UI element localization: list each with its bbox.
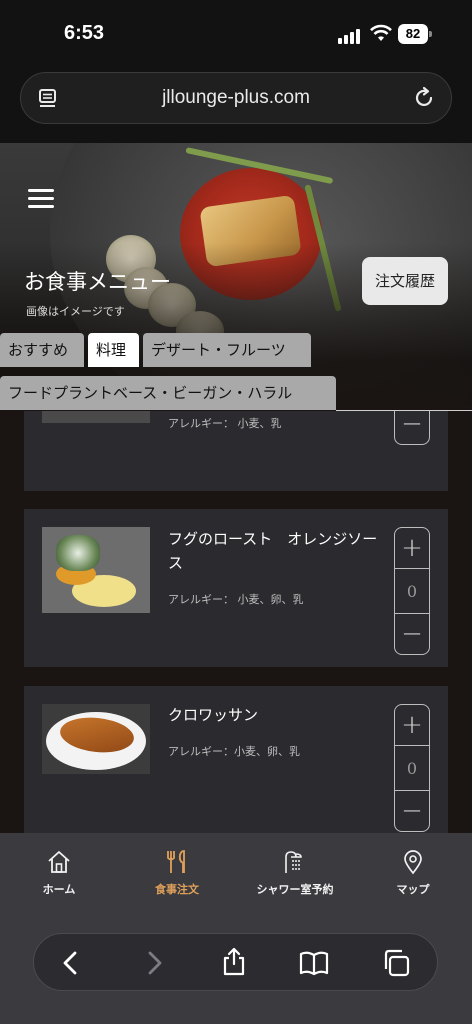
quantity-stepper: + 0 − bbox=[394, 527, 430, 655]
wifi-icon bbox=[370, 24, 392, 41]
bookmarks-icon[interactable] bbox=[299, 948, 329, 978]
dish-allergy: アレルギー：小麦、卵、乳 bbox=[168, 745, 300, 758]
nav-home[interactable]: ホーム bbox=[0, 849, 118, 897]
forward-icon[interactable] bbox=[139, 948, 169, 978]
quantity-value: 0 bbox=[395, 745, 429, 791]
url-text[interactable]: jllounge-plus.com bbox=[21, 87, 451, 109]
nav-map-label: マップ bbox=[396, 883, 430, 896]
nav-food-order[interactable]: 食事注文 bbox=[118, 849, 236, 897]
tab-dessert-fruits[interactable]: デザート・フルーツ bbox=[143, 333, 311, 367]
dish-image bbox=[42, 411, 150, 423]
order-history-button[interactable]: 注文履歴 bbox=[362, 257, 448, 305]
share-icon[interactable] bbox=[219, 946, 249, 976]
increment-button[interactable]: + bbox=[395, 705, 429, 745]
page-title: お食事メニュー bbox=[24, 270, 171, 294]
image-disclaimer: 画像はイメージです bbox=[26, 305, 125, 318]
dish-card: アレルギー： 小麦、乳 0 − bbox=[24, 411, 448, 491]
decrement-button[interactable]: − bbox=[395, 791, 429, 831]
tab-plant-based-vegan-halal[interactable]: フードプラントベース・ビーガン・ハラル bbox=[0, 376, 336, 410]
nav-shower-reservation[interactable]: シャワー室予約 bbox=[236, 849, 354, 897]
battery-level: 82 bbox=[398, 24, 428, 44]
back-icon[interactable] bbox=[56, 948, 86, 978]
hamburger-menu-icon[interactable] bbox=[28, 189, 56, 209]
decrement-button[interactable]: − bbox=[395, 614, 429, 654]
dish-name: フグのロースト オレンジソース bbox=[168, 530, 378, 572]
browser-toolbar bbox=[33, 933, 438, 991]
nav-food-order-label: 食事注文 bbox=[155, 883, 199, 896]
quantity-stepper: + 0 − bbox=[394, 704, 430, 832]
address-bar[interactable]: jllounge-plus.com bbox=[20, 72, 452, 124]
shower-icon bbox=[285, 851, 302, 873]
fork-knife-icon bbox=[167, 850, 185, 873]
bottom-navigation: ホーム 食事注文 シャワー室予約 マップ bbox=[0, 833, 472, 1024]
dish-name: クロワッサン bbox=[168, 706, 259, 724]
menu-list: アレルギー： 小麦、乳 0 − フグのロースト オレンジソース アレルギー： 小… bbox=[0, 411, 472, 833]
status-bar: 6:53 82 bbox=[0, 0, 472, 64]
quantity-stepper: 0 − bbox=[394, 411, 430, 445]
tabs-icon[interactable] bbox=[381, 948, 411, 978]
status-time: 6:53 bbox=[64, 22, 105, 44]
dish-card: クロワッサン アレルギー：小麦、卵、乳 + 0 − bbox=[24, 686, 448, 833]
battery-icon: 82 bbox=[398, 24, 432, 44]
dish-allergy: アレルギー： 小麦、乳 bbox=[168, 417, 282, 430]
map-pin-icon bbox=[404, 850, 422, 875]
increment-button[interactable]: + bbox=[395, 528, 429, 568]
home-icon bbox=[48, 851, 70, 873]
dish-allergy: アレルギー： 小麦、卵、乳 bbox=[168, 593, 304, 606]
nav-map[interactable]: マップ bbox=[354, 849, 472, 897]
nav-shower-reservation-label: シャワー室予約 bbox=[256, 883, 334, 896]
decrement-button[interactable]: − bbox=[395, 411, 429, 444]
hero-banner: お食事メニュー 画像はイメージです 注文履歴 bbox=[0, 143, 472, 411]
dish-card: フグのロースト オレンジソース アレルギー： 小麦、卵、乳 + 0 − bbox=[24, 509, 448, 667]
nav-home-label: ホーム bbox=[42, 883, 76, 896]
tab-recommended[interactable]: おすすめ bbox=[0, 333, 84, 367]
tab-dishes[interactable]: 料理 bbox=[88, 333, 139, 367]
cellular-signal-icon bbox=[338, 28, 362, 44]
dish-image bbox=[42, 704, 150, 774]
quantity-value: 0 bbox=[395, 568, 429, 614]
dish-image bbox=[42, 527, 150, 613]
reload-icon[interactable] bbox=[413, 86, 437, 110]
